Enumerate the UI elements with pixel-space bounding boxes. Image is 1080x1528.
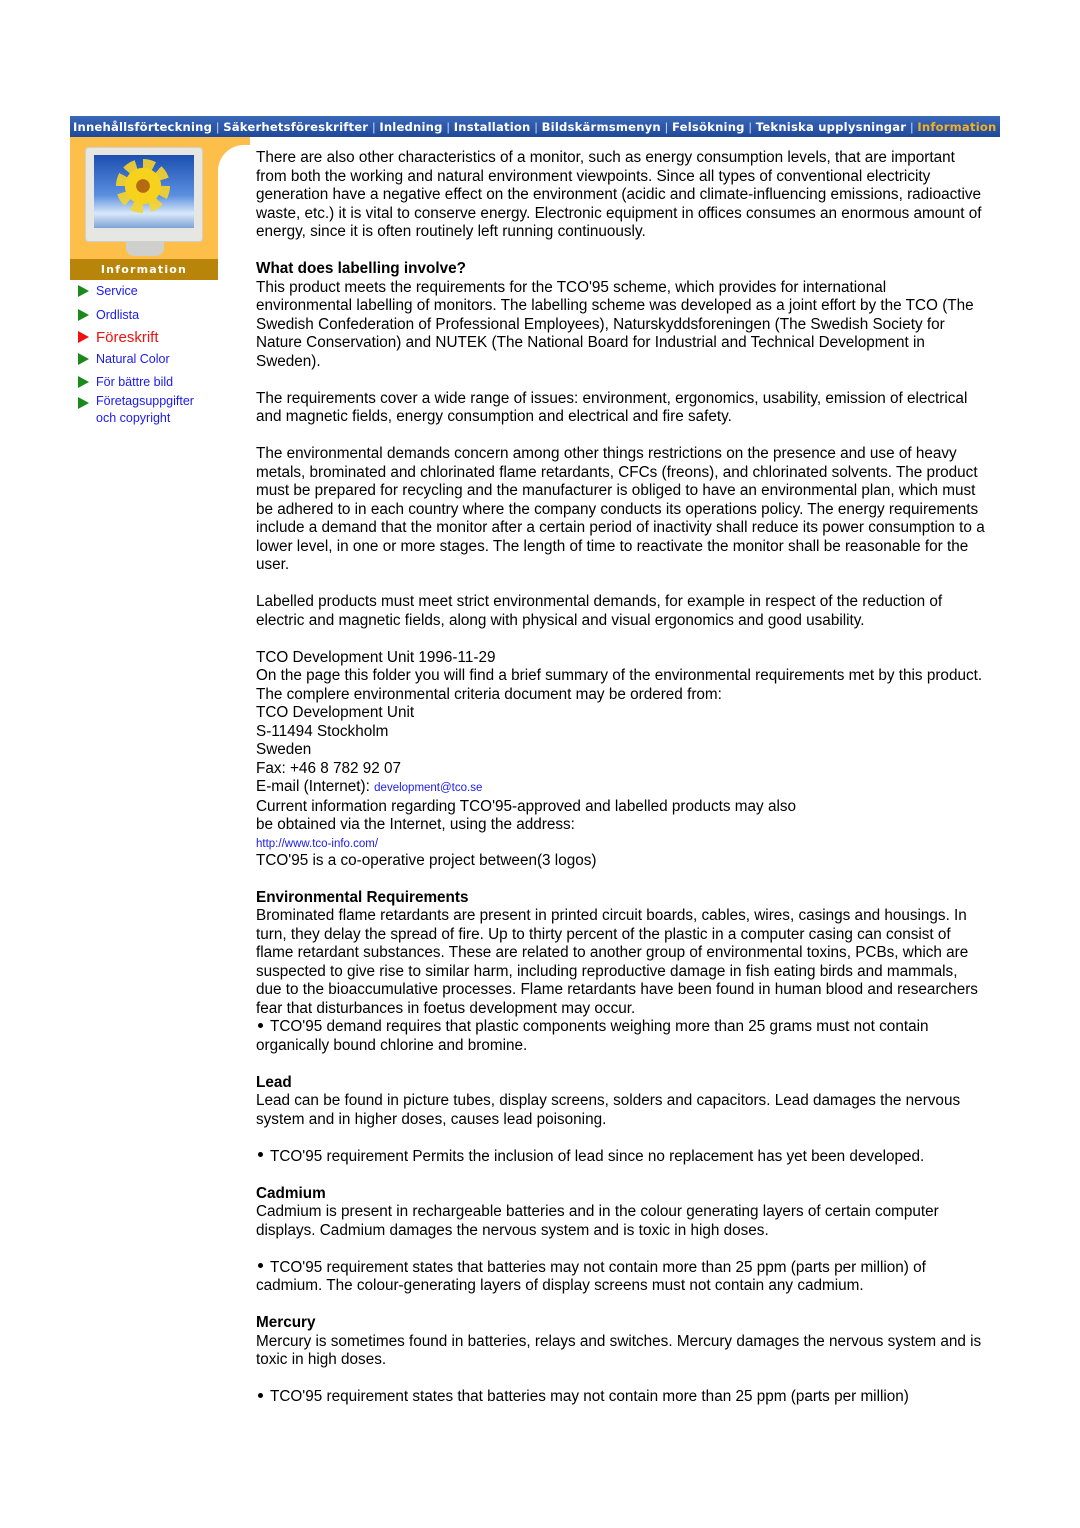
bullet-icon: [258, 1152, 263, 1158]
sidebar-nav: Service Ordlista Föreskrift Natural Colo…: [78, 283, 228, 427]
requirements-paragraph: The requirements cover a wide range of i…: [256, 389, 968, 426]
cadmium-paragraph: Cadmium is present in rechargeable batte…: [256, 1203, 939, 1239]
contact-country: Sweden: [256, 741, 312, 758]
lead-bullet: TCO'95 requirement Permits the inclusion…: [256, 1148, 986, 1167]
sidebar-link-line: och copyright: [96, 411, 171, 425]
heading-cadmium: Cadmium: [256, 1184, 326, 1202]
arrow-right-icon: [78, 285, 89, 297]
monitor-screen: [94, 155, 194, 228]
arrow-right-icon: [78, 309, 89, 321]
nav-item-information[interactable]: Information: [914, 120, 999, 134]
coop-line: TCO'95 is a co-operative project between…: [256, 851, 597, 869]
heading-lead: Lead: [256, 1073, 292, 1091]
top-nav-bar: Innehållsförteckning | Säkerhetsföreskri…: [70, 116, 1000, 137]
env-bullet: TCO'95 demand requires that plastic comp…: [256, 1018, 986, 1055]
sidebar-link[interactable]: Service: [96, 283, 138, 300]
sidebar-link[interactable]: Företagsuppgifter och copyright: [96, 393, 194, 427]
contact-org: TCO Development Unit: [256, 704, 415, 721]
sidebar-item-foreskrift[interactable]: Föreskrift: [78, 329, 228, 346]
contact-info-line2: be obtained via the Internet, using the …: [256, 816, 575, 833]
contact-city: S-11494 Stockholm: [256, 722, 389, 740]
heading-labelling: What does labelling involve?: [256, 260, 466, 277]
sidebar-link[interactable]: Natural Color: [96, 351, 170, 368]
lead-paragraph: Lead can be found in picture tubes, disp…: [256, 1092, 961, 1128]
mercury-bullet: TCO'95 requirement states that batteries…: [256, 1388, 986, 1407]
sidebar-item-for-battre-bild[interactable]: För bättre bild: [78, 374, 228, 391]
email-link[interactable]: development@tco.se: [374, 782, 482, 794]
website-link[interactable]: http://www.tco-info.com/: [256, 838, 378, 850]
url-line: http://www.tco-info.com/: [256, 835, 986, 852]
arrow-right-icon: [78, 353, 89, 365]
heading-mercury: Mercury: [256, 1314, 316, 1331]
arrow-right-icon: [78, 376, 89, 388]
sidebar-item-service[interactable]: Service: [78, 283, 228, 300]
side-panel-curve: [218, 145, 258, 285]
sidebar-item-natural-color[interactable]: Natural Color: [78, 351, 228, 368]
cadmium-bullet: TCO'95 requirement states that batteries…: [256, 1259, 986, 1296]
bullet-icon: [258, 1392, 263, 1398]
intro-paragraph: There are also other characteristics of …: [256, 149, 982, 240]
cadmium-bullet-text: TCO'95 requirement states that batteries…: [256, 1258, 926, 1295]
labelling-paragraph: This product meets the requirements for …: [256, 278, 974, 370]
monitor-stand: [126, 242, 164, 256]
contact-email-line: E-mail (Internet): development@tco.se: [256, 778, 986, 798]
sidebar-link[interactable]: Ordlista: [96, 307, 139, 324]
sidebar-link-line: Företagsuppgifter: [96, 394, 194, 408]
nav-item-bildskarmsmenyn[interactable]: Bildskärmsmenyn: [539, 120, 664, 134]
nav-item-sakerhetsforeskrifter[interactable]: Säkerhetsföreskrifter: [220, 120, 371, 134]
sidebar-link-current[interactable]: Föreskrift: [96, 329, 159, 346]
environmental-demands-paragraph: The environmental demands concern among …: [256, 445, 985, 573]
nav-item-inledning[interactable]: Inledning: [376, 120, 445, 134]
arrow-right-icon: [78, 331, 89, 343]
nav-item-felsokning[interactable]: Felsökning: [669, 120, 748, 134]
labelled-products-paragraph: Labelled products must meet strict envir…: [256, 593, 943, 629]
bullet-icon: [258, 1263, 263, 1269]
contact-summary: On the page this folder you will find a …: [256, 667, 983, 684]
heading-environmental-requirements: Environmental Requirements: [256, 888, 469, 906]
mercury-paragraph: Mercury is sometimes found in batteries,…: [256, 1332, 982, 1369]
main-content: There are also other characteristics of …: [256, 149, 986, 1407]
lead-bullet-text: TCO'95 requirement Permits the inclusion…: [270, 1147, 925, 1165]
bullet-icon: [258, 1022, 263, 1028]
env-paragraph: Brominated flame retardants are present …: [256, 907, 978, 1017]
section-label: Information: [70, 259, 218, 280]
contact-order-intro: The complere environmental criteria docu…: [256, 685, 722, 703]
monitor-illustration: [85, 147, 203, 242]
sidebar-item-foretagsuppgifter[interactable]: Företagsuppgifter och copyright: [78, 393, 228, 427]
contact-fax: Fax: +46 8 782 92 07: [256, 759, 402, 777]
flower-icon: [122, 165, 164, 207]
email-label: E-mail (Internet):: [256, 778, 375, 795]
arrow-right-icon: [78, 397, 89, 409]
mercury-bullet-text: TCO'95 requirement states that batteries…: [270, 1388, 909, 1405]
env-bullet-text: TCO'95 demand requires that plastic comp…: [256, 1018, 929, 1054]
contact-info-line1: Current information regarding TCO'95-app…: [256, 797, 797, 815]
nav-item-innehallsforteckning[interactable]: Innehållsförteckning: [70, 120, 215, 134]
sidebar-item-ordlista[interactable]: Ordlista: [78, 307, 228, 324]
nav-item-tekniska-upplysningar[interactable]: Tekniska upplysningar: [753, 120, 909, 134]
contact-date: TCO Development Unit 1996-11-29: [256, 648, 496, 666]
sidebar-link[interactable]: För bättre bild: [96, 374, 173, 391]
nav-item-installation[interactable]: Installation: [451, 120, 534, 134]
